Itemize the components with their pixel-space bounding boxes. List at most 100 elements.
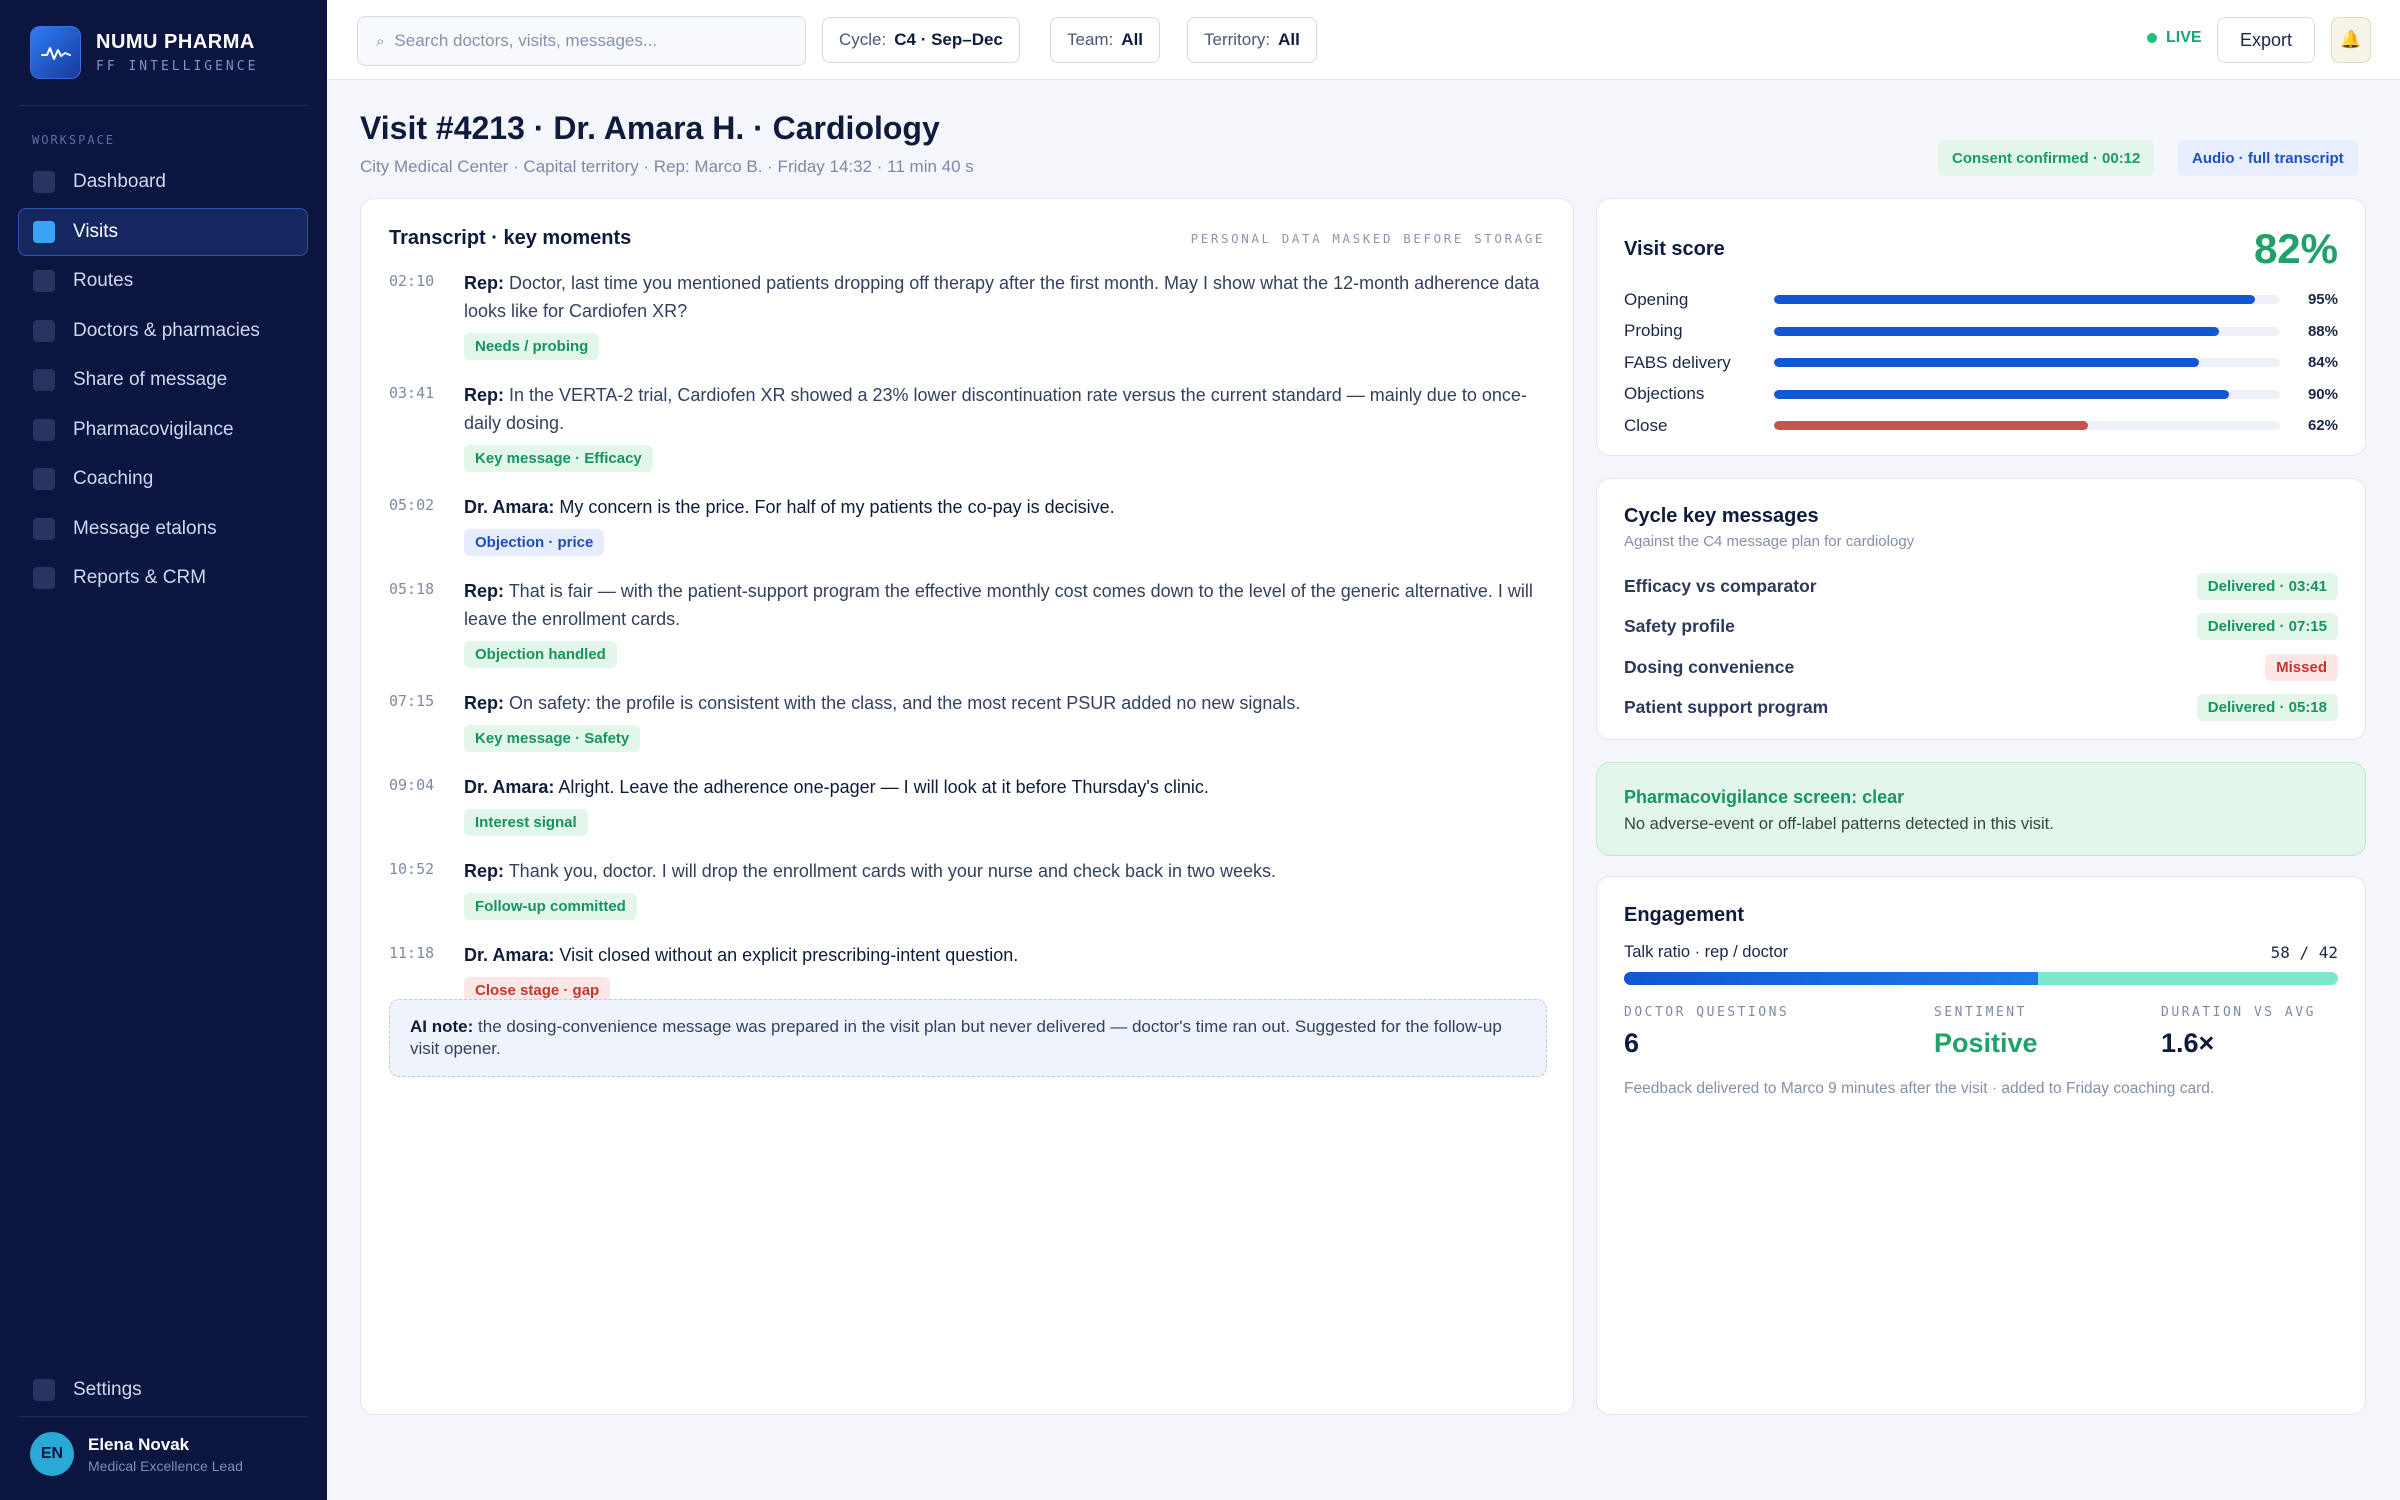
- moment-utterance: In the VERTA-2 trial, Cardiofen XR showe…: [464, 385, 1527, 433]
- score-row: Objections 90%: [1624, 379, 2338, 411]
- moment-tag: Objection · price: [464, 529, 605, 556]
- stat-doctor-questions: DOCTOR QUESTIONS 6: [1624, 1005, 1789, 1059]
- stat-value: Positive: [1934, 1028, 2038, 1058]
- team-filter-value: All: [1121, 30, 1144, 49]
- score-bar-track: [1774, 358, 2280, 368]
- team-filter[interactable]: Team: All: [1050, 17, 1161, 63]
- moment-timestamp[interactable]: 07:15: [389, 689, 464, 752]
- score-value: 88%: [2307, 322, 2338, 340]
- moment-tag: Objection handled: [464, 641, 617, 668]
- engagement-title: Engagement: [1624, 904, 1745, 926]
- sidebar-item-label: Routes: [73, 270, 134, 291]
- live-dot-icon: [2147, 33, 2157, 43]
- sidebar-item-label: Dashboard: [73, 171, 166, 192]
- score-label: Objections: [1624, 384, 1705, 404]
- user-profile[interactable]: EN Elena Novak Medical Excellence Lead: [30, 1432, 243, 1476]
- key-message-row[interactable]: Dosing convenience Missed: [1624, 647, 2338, 688]
- cycle-filter[interactable]: Cycle: C4 · Sep–Dec: [822, 17, 1020, 63]
- sidebar-item-coaching[interactable]: Coaching: [18, 455, 308, 503]
- sidebar-item-routes[interactable]: Routes: [18, 257, 308, 305]
- moment-text: Rep: In the VERTA-2 trial, Cardiofen XR …: [464, 381, 1545, 437]
- key-messages-card: Cycle key messages Against the C4 messag…: [1596, 478, 2366, 740]
- sidebar-item-doctors-pharmacies[interactable]: Doctors & pharmacies: [18, 307, 308, 355]
- brand[interactable]: NUMU PHARMA FF INTELLIGENCE: [30, 26, 258, 79]
- cycle-filter-label: Cycle:: [839, 30, 887, 49]
- transcript-moment[interactable]: 05:18 Rep: That is fair — with the patien…: [389, 577, 1545, 668]
- live-label: LIVE: [2166, 29, 2202, 46]
- key-messages-subtitle: Against the C4 message plan for cardiolo…: [1624, 533, 1915, 550]
- moment-tag: Follow-up committed: [464, 893, 637, 920]
- transcript-moment[interactable]: 09:04 Dr. Amara: Alright. Leave the adher…: [389, 773, 1545, 836]
- talk-ratio-label: Talk ratio · rep / doctor: [1624, 943, 1789, 961]
- moment-timestamp[interactable]: 03:41: [389, 381, 464, 472]
- moment-timestamp[interactable]: 05:18: [389, 577, 464, 668]
- search-box[interactable]: ⌕: [357, 16, 806, 66]
- sidebar-item-reports-crm[interactable]: Reports & CRM: [18, 554, 308, 602]
- sidebar-item-label: Coaching: [73, 468, 154, 489]
- sidebar-item-visits[interactable]: Visits: [18, 207, 308, 256]
- sidebar-item-pharmacovigilance[interactable]: Pharmacovigilance: [18, 406, 308, 454]
- transcript-moment[interactable]: 10:52 Rep: Thank you, doctor. I will drop…: [389, 857, 1545, 920]
- moment-utterance: Visit closed without an explicit prescri…: [559, 945, 1019, 965]
- key-message-label: Safety profile: [1624, 616, 1735, 637]
- moment-text: Dr. Amara: Visit closed without an expli…: [464, 941, 1545, 969]
- share-icon: [33, 369, 55, 391]
- key-message-status: Delivered · 03:41: [2196, 572, 2338, 600]
- moment-timestamp[interactable]: 09:04: [389, 773, 464, 836]
- sidebar-nav: Dashboard Visits Routes Doctors & pharma…: [18, 158, 308, 604]
- key-message-status: Missed: [2265, 653, 2338, 681]
- transcript-moment[interactable]: 05:02 Dr. Amara: My concern is the price.…: [389, 493, 1545, 556]
- key-message-row[interactable]: Safety profile Delivered · 07:15: [1624, 607, 2338, 648]
- moment-utterance: My concern is the price. For half of my …: [559, 497, 1115, 517]
- page-subtitle: City Medical Center · Capital territory …: [360, 157, 974, 176]
- sidebar-item-settings[interactable]: Settings: [18, 1366, 308, 1414]
- search-input[interactable]: [394, 31, 775, 51]
- key-message-row[interactable]: Efficacy vs comparator Delivered · 03:41: [1624, 566, 2338, 607]
- sidebar-item-share-of-message[interactable]: Share of message: [18, 356, 308, 404]
- bell-icon[interactable]: 🔔: [2331, 17, 2371, 63]
- moment-utterance: Thank you, doctor. I will drop the enrol…: [508, 861, 1277, 881]
- transcript-moment[interactable]: 02:10 Rep: Doctor, last time you mentione…: [389, 269, 1545, 360]
- moment-utterance: On safety: the profile is consistent wit…: [509, 693, 1301, 713]
- moment-timestamp[interactable]: 02:10: [389, 269, 464, 360]
- dashboard-icon: [33, 171, 55, 193]
- pharmacovigilance-card: Pharmacovigilance screen: clear No adver…: [1596, 762, 2366, 856]
- key-message-status: Delivered · 05:18: [2196, 694, 2338, 722]
- sidebar-item-dashboard[interactable]: Dashboard: [18, 158, 308, 206]
- score-bar-fill: [1774, 326, 2220, 336]
- stat-label: SENTIMENT: [1934, 1005, 2027, 1020]
- moment-timestamp[interactable]: 05:02: [389, 493, 464, 556]
- moment-timestamp[interactable]: 10:52: [389, 857, 464, 920]
- moment-speaker: Rep:: [464, 385, 504, 405]
- transcript-moment[interactable]: 11:18 Dr. Amara: Visit closed without an …: [389, 941, 1545, 1004]
- export-button[interactable]: Export: [2217, 17, 2315, 63]
- transcript-moments: 02:10 Rep: Doctor, last time you mentione…: [389, 269, 1545, 1025]
- score-bar-track: [1774, 421, 2280, 431]
- key-message-status: Delivered · 07:15: [2196, 613, 2338, 641]
- stat-value: 6: [1624, 1028, 1640, 1058]
- moment-utterance: Alright. Leave the adherence one-pager —…: [558, 777, 1209, 797]
- privacy-note: PERSONAL DATA MASKED BEFORE STORAGE: [1190, 231, 1545, 246]
- transcript-moment[interactable]: 03:41 Rep: In the VERTA-2 trial, Cardiofe…: [389, 381, 1545, 472]
- moment-text: Dr. Amara: Alright. Leave the adherence …: [464, 773, 1545, 801]
- key-messages-list: Efficacy vs comparator Delivered · 03:41 S…: [1624, 566, 2338, 728]
- sidebar-item-label: Settings: [73, 1379, 142, 1400]
- moment-speaker: Dr. Amara:: [464, 945, 555, 965]
- ai-note-label: AI note:: [410, 1017, 474, 1036]
- team-filter-label: Team:: [1067, 30, 1114, 49]
- moment-timestamp[interactable]: 11:18: [389, 941, 464, 1004]
- consent-badge: Consent confirmed · 00:12: [1938, 140, 2155, 176]
- key-message-row[interactable]: Patient support program Delivered · 05:18: [1624, 688, 2338, 729]
- etalons-icon: [33, 517, 55, 540]
- score-value: 62%: [2307, 417, 2338, 435]
- sidebar-item-message-etalons[interactable]: Message etalons: [18, 505, 308, 553]
- territory-filter-value: All: [1278, 30, 1300, 49]
- sidebar-divider: [18, 105, 309, 106]
- search-icon: ⌕: [376, 32, 385, 50]
- sidebar-section-label: WORKSPACE: [32, 133, 116, 147]
- audio-transcript-badge[interactable]: Audio · full transcript: [2178, 140, 2358, 176]
- settings-icon: [33, 1379, 55, 1401]
- live-indicator: LIVE: [2147, 29, 2202, 47]
- transcript-moment[interactable]: 07:15 Rep: On safety: the profile is cons…: [389, 689, 1545, 752]
- territory-filter[interactable]: Territory: All: [1187, 17, 1317, 63]
